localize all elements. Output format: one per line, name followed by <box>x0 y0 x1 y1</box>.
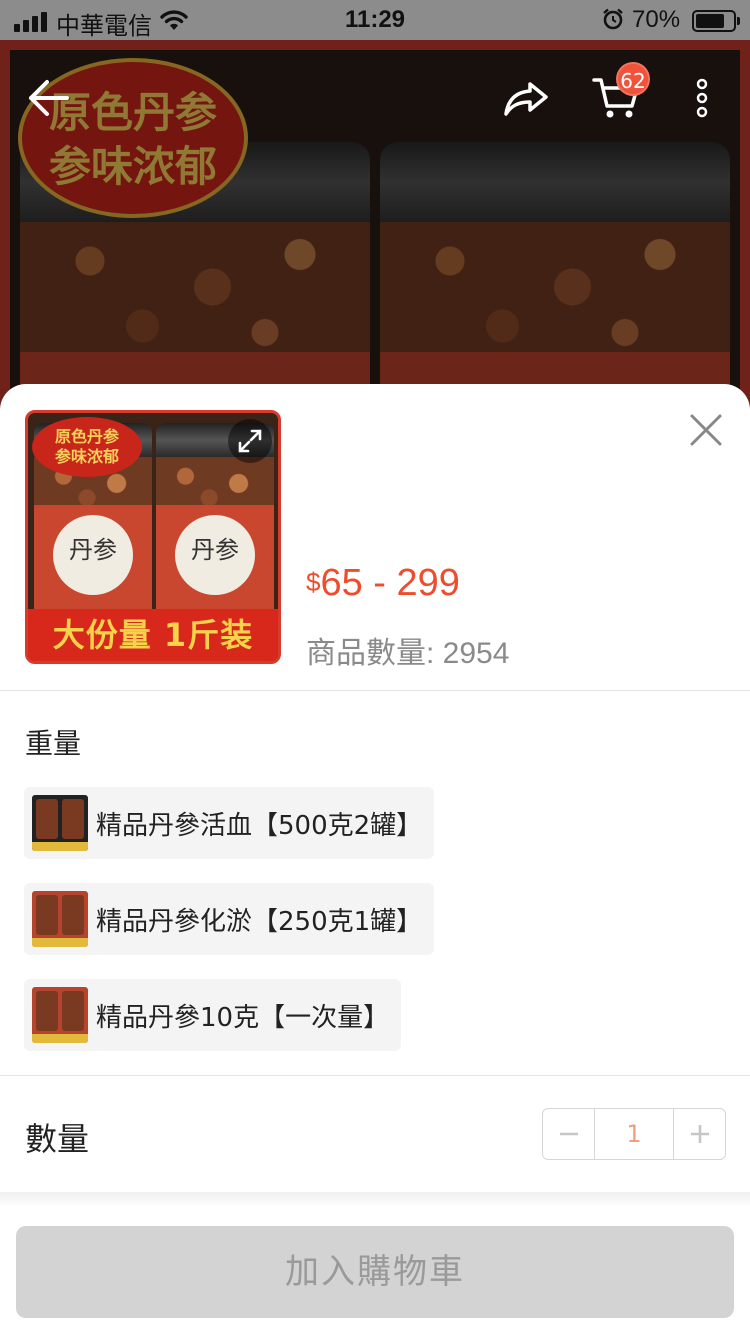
option-thumbnail <box>32 891 88 947</box>
expand-image-button[interactable] <box>228 419 272 463</box>
battery-icon <box>692 10 740 32</box>
battery-percent: 70% <box>632 6 681 33</box>
share-icon <box>504 82 548 116</box>
option-label: 精品丹參活血【500克2罐】 <box>96 810 423 841</box>
footer-shade <box>0 1192 750 1208</box>
back-button[interactable] <box>18 68 78 128</box>
variation-option[interactable]: 精品丹參活血【500克2罐】 <box>24 787 435 859</box>
variation-option[interactable]: 精品丹參10克【一次量】 <box>24 979 402 1051</box>
price-currency: $ <box>306 567 321 597</box>
thumb-banner: 大份量 1斤装 <box>28 609 278 661</box>
quantity-input[interactable]: 1 <box>594 1109 674 1159</box>
divider <box>0 690 750 691</box>
share-button[interactable] <box>496 68 556 128</box>
divider <box>0 1075 750 1076</box>
option-thumbnail <box>32 987 88 1043</box>
variation-bottom-sheet: 丹参 丹参 原色丹参 参味浓郁 大份量 1斤装 $65 - 299 商品數量: … <box>0 384 750 1334</box>
quantity-stepper: 1 <box>542 1108 726 1160</box>
jar-label-text: 丹参 <box>53 515 133 595</box>
minus-icon <box>559 1132 578 1136</box>
quantity-label: 數量 <box>25 1120 90 1158</box>
price-value: 65 - 299 <box>320 562 460 604</box>
plus-icon <box>690 1125 709 1143</box>
add-to-cart-button[interactable]: 加入購物車 <box>16 1226 734 1318</box>
stock-quantity: 商品數量: 2954 <box>306 637 510 670</box>
alarm-icon <box>603 8 623 30</box>
thumb-badge: 原色丹参 参味浓郁 <box>32 417 142 477</box>
variation-option[interactable]: 精品丹參化淤【250克1罐】 <box>24 883 435 955</box>
close-icon <box>690 414 722 446</box>
variation-title: 重量 <box>25 727 82 760</box>
option-thumbnail <box>32 795 88 851</box>
jar-label-text: 丹参 <box>175 515 255 595</box>
decrease-quantity-button[interactable] <box>543 1109 594 1159</box>
expand-icon <box>238 429 262 453</box>
status-bar: 中華電信 11:29 70% <box>0 0 750 40</box>
option-label: 精品丹參化淤【250克1罐】 <box>96 906 423 937</box>
price-range: $65 - 299 <box>306 562 460 605</box>
thumb-badge-line-2: 参味浓郁 <box>54 447 119 466</box>
more-vertical-icon <box>696 78 708 118</box>
back-arrow-icon <box>29 80 69 116</box>
increase-quantity-button[interactable] <box>674 1109 725 1159</box>
thumb-badge-line-1: 原色丹参 <box>54 427 119 446</box>
selected-product-thumbnail[interactable]: 丹参 丹参 原色丹参 参味浓郁 大份量 1斤装 <box>25 410 281 664</box>
close-button[interactable] <box>684 408 728 452</box>
option-label: 精品丹參10克【一次量】 <box>96 1002 390 1033</box>
more-button[interactable] <box>672 68 732 128</box>
cart-count-badge: 62 <box>616 62 650 96</box>
